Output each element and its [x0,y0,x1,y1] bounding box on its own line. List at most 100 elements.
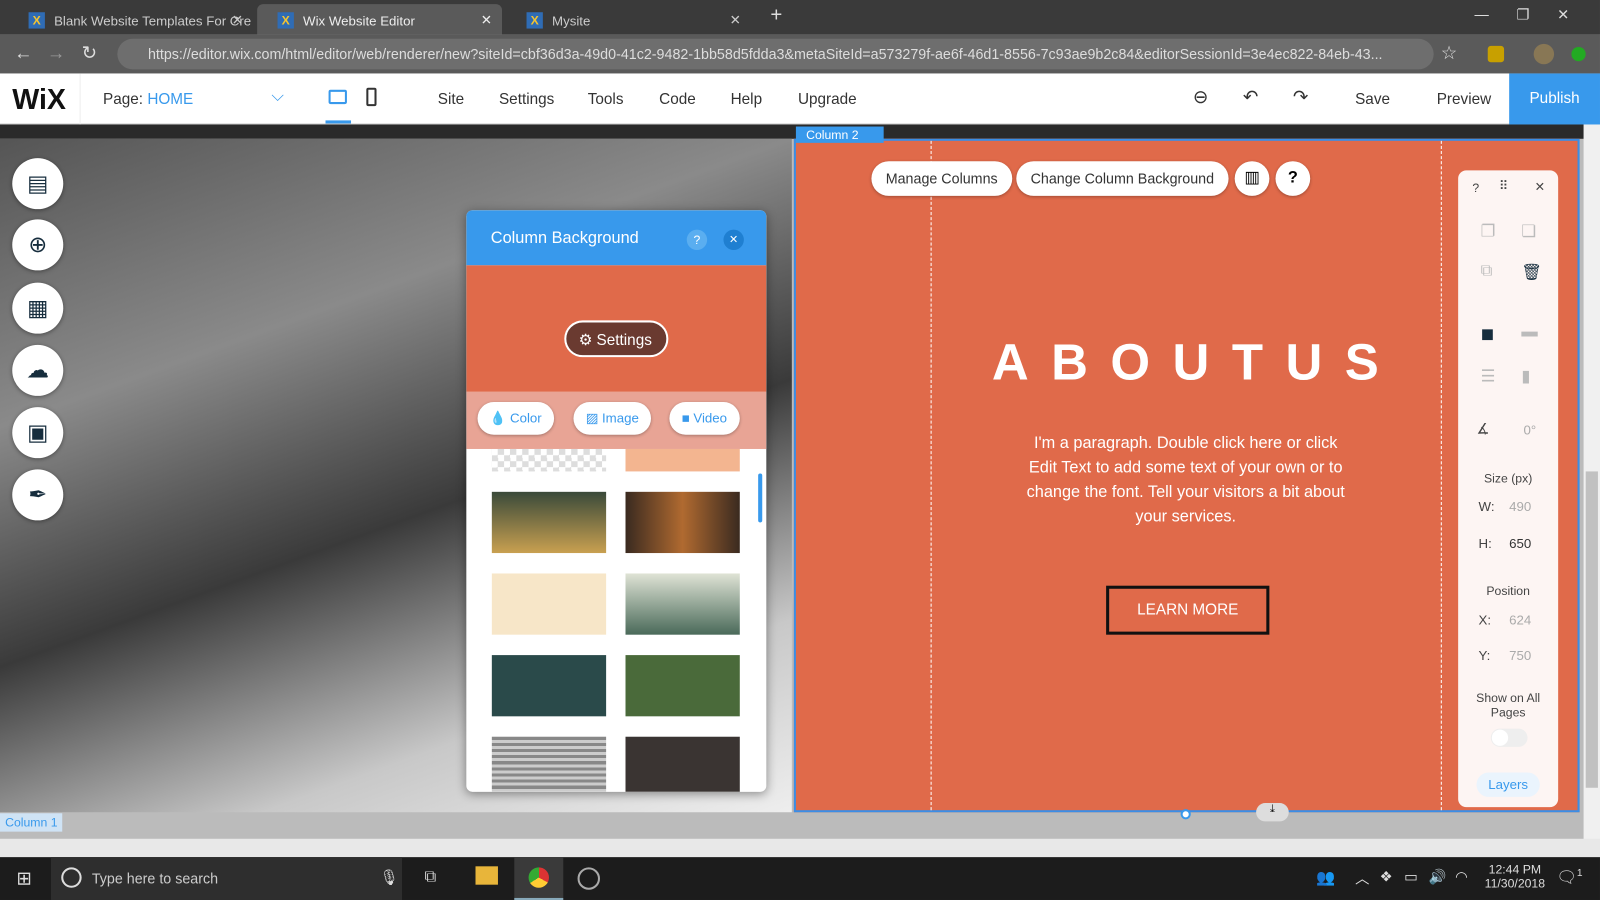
tab-editor[interactable]: X Wix Website Editor ✕ [257,4,503,35]
resize-handle[interactable] [1180,809,1191,820]
image-thumb[interactable] [491,655,607,717]
show-all-pages-toggle[interactable] [1490,728,1528,747]
desktop-view-icon[interactable] [328,89,347,105]
back-icon[interactable]: ← [14,43,32,64]
upload-icon[interactable]: ☁ [12,344,64,396]
copy-icon[interactable]: ❐ [1481,221,1496,241]
menu-help[interactable]: Help [731,91,762,108]
video-thumb[interactable] [625,491,740,554]
notifications-icon[interactable]: 🗨1 [1556,867,1582,887]
settings-button[interactable]: ⚙ Settings [564,320,669,358]
image-thumb[interactable] [491,736,607,792]
extension-icon[interactable] [1571,46,1586,62]
height-input[interactable]: 650 [1509,536,1531,551]
file-explorer-icon[interactable] [475,866,498,885]
paste-icon[interactable]: ❏ [1521,221,1536,241]
distribute-icon[interactable]: ☰ [1481,366,1496,386]
show-hidden-icons[interactable]: ︿ [1355,868,1369,888]
y-input[interactable]: 750 [1509,648,1531,663]
menu-site[interactable]: Site [438,91,464,108]
image-thumb[interactable] [625,573,740,635]
people-icon[interactable]: 👥 [1316,868,1335,886]
learn-more-button[interactable]: LEARN MORE [1106,585,1270,635]
bookings-icon[interactable]: ▣ [12,407,64,459]
apps-icon[interactable]: ▦ [12,282,64,334]
about-heading[interactable]: ABOUTUS [992,333,1401,392]
mobile-view-icon[interactable] [366,87,377,107]
change-column-background-button[interactable]: Change Column Background [1016,161,1229,196]
forward-icon[interactable]: → [47,43,65,64]
paragraph-text[interactable]: I'm a paragraph. Double click here or cl… [1022,432,1349,530]
align-icon[interactable]: ▬ [1521,323,1537,341]
publish-button[interactable]: Publish [1509,73,1600,125]
help-icon[interactable]: ? [1275,161,1311,196]
profile-avatar[interactable] [1533,43,1555,65]
angle-value[interactable]: 0° [1523,422,1536,437]
image-thumb[interactable] [491,448,607,472]
close-icon[interactable]: ✕ [1535,180,1545,194]
menu-tools[interactable]: Tools [588,91,624,108]
window-controls[interactable]: — ❐ ✕ [1474,6,1569,23]
video-thumb[interactable] [625,736,740,792]
taskbar-search[interactable]: Type here to search 🎙 [51,857,403,900]
delete-icon[interactable]: 🗑 [1521,262,1542,282]
manage-columns-button[interactable]: Manage Columns [871,161,1012,196]
video-thumb[interactable] [625,655,740,717]
tab-templates[interactable]: X Blank Website Templates For Cre ✕ [8,4,253,35]
add-icon[interactable]: ⊕ [12,219,64,271]
layers-button[interactable]: Layers [1476,772,1540,797]
color-tab[interactable]: 💧 Color [477,402,554,435]
stretch-down-icon[interactable]: ⤓ [1256,803,1289,822]
dropbox-icon[interactable]: ❖ [1380,868,1393,885]
close-tab-icon[interactable]: ✕ [481,12,492,28]
close-tab-icon[interactable]: ✕ [232,12,243,28]
scrollbar[interactable] [1583,124,1600,858]
drag-handle-icon[interactable]: ⠿ [1499,179,1508,193]
chevron-down-icon[interactable]: ⌵ [271,88,283,106]
width-input[interactable]: 490 [1509,499,1531,514]
task-view-icon[interactable]: ⧉ [424,868,436,886]
close-tab-icon[interactable]: ✕ [730,12,741,28]
image-thumb[interactable] [491,573,607,635]
clock[interactable]: 12:44 PM 11/30/2018 [1485,862,1545,891]
windows-start-icon[interactable]: ⊞ [16,868,31,889]
arrange-icon[interactable]: ◼ [1481,323,1495,343]
help-icon[interactable]: ? [686,229,708,250]
volume-icon[interactable]: 🔊 [1429,868,1447,885]
editor-canvas[interactable]: ▤ ⊕ ▦ ☁ ▣ ✒ Column 1 Column 2 Manage Col… [0,124,1600,858]
new-tab-button[interactable]: + [770,4,782,27]
match-size-icon[interactable]: ▮ [1521,366,1530,386]
close-icon[interactable]: ✕ [723,229,744,250]
column-2[interactable]: Column 2 Manage Columns Change Column Ba… [793,126,1580,813]
chrome-taskbar-button[interactable] [514,857,564,900]
extension-icon[interactable] [1487,45,1505,63]
battery-icon[interactable]: ▭ [1404,868,1418,885]
image-thumb[interactable] [491,491,607,554]
menu-settings[interactable]: Settings [499,91,554,108]
image-tab[interactable]: ▨ Image [573,402,652,435]
x-input[interactable]: 624 [1509,612,1531,627]
bookmark-star-icon[interactable]: ☆ [1441,43,1457,64]
redo-icon[interactable]: ↷ [1293,87,1308,108]
menu-upgrade[interactable]: Upgrade [798,91,857,108]
video-tab[interactable]: ■ Video [669,402,740,435]
undo-icon[interactable]: ↶ [1243,87,1258,108]
wifi-icon[interactable]: ◠ [1455,868,1467,885]
tab-mysite[interactable]: X Mysite ✕ [506,4,751,35]
url-input[interactable]: https://editor.wix.com/html/editor/web/r… [117,38,1434,70]
app-icon[interactable] [577,867,600,890]
blog-pen-icon[interactable]: ✒ [12,469,64,521]
help-icon[interactable]: ? [1472,181,1479,195]
image-thumb[interactable] [625,448,740,472]
menu-code[interactable]: Code [659,91,696,108]
layout-icon[interactable]: ▥ [1234,161,1270,196]
preview-button[interactable]: Preview [1437,91,1491,108]
duplicate-icon[interactable]: ⧉ [1481,262,1493,280]
page-selector[interactable]: Page: HOME [103,91,193,108]
pages-menu-icon[interactable]: ▤ [12,158,64,210]
zoom-out-icon[interactable]: ⊖ [1193,87,1208,108]
save-button[interactable]: Save [1355,91,1390,108]
panel-scrollbar[interactable] [758,473,763,523]
microphone-icon[interactable]: 🎙 [380,868,399,886]
reload-icon[interactable]: ↻ [82,43,97,64]
